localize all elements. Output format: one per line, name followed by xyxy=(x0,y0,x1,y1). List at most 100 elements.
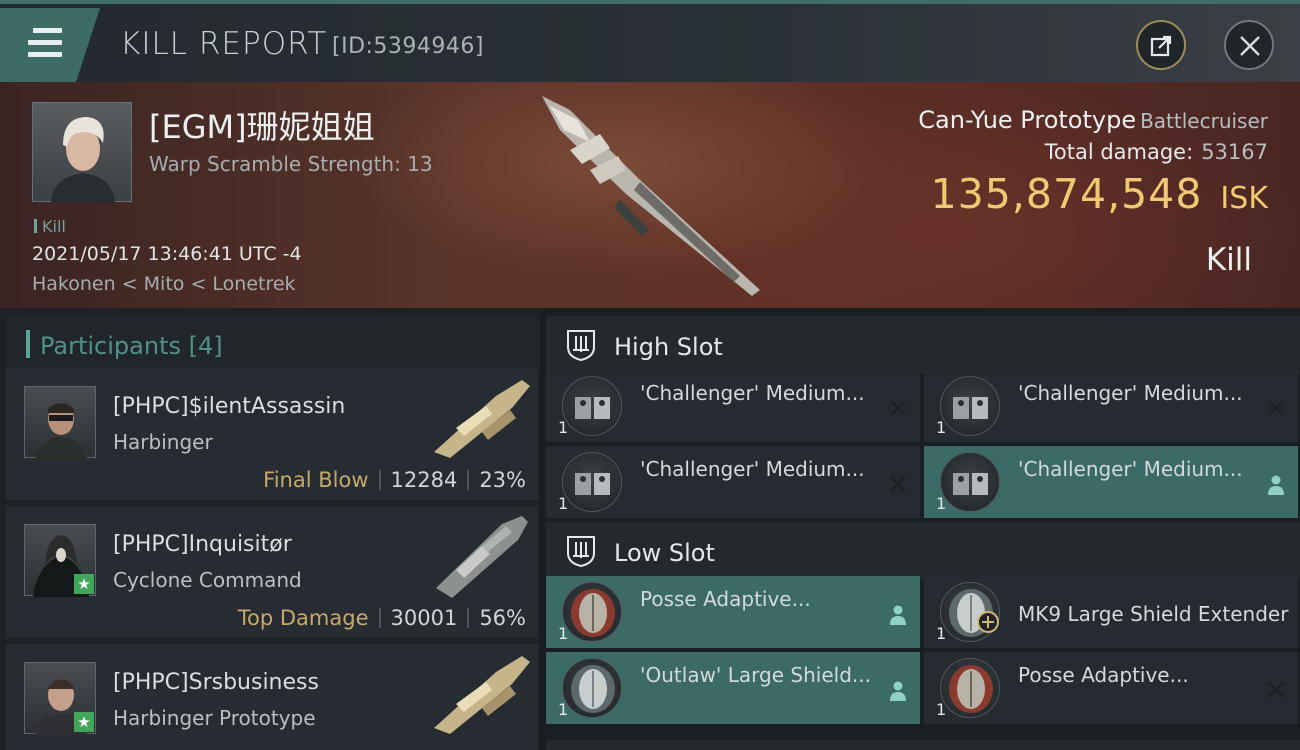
module-qty: 1 xyxy=(558,494,569,513)
module-name: 'Challenger' Medium... xyxy=(1018,457,1243,481)
participants-title: Participants xyxy=(40,332,181,360)
module-name: 'Challenger' Medium... xyxy=(640,381,865,405)
person-icon xyxy=(890,605,906,625)
person-icon xyxy=(1268,475,1284,495)
destroyed-icon xyxy=(890,476,906,492)
module-slot[interactable]: 1 MK9 Large Shield Extender xyxy=(924,576,1298,648)
module-slot[interactable]: 1 Posse Adaptive... xyxy=(924,652,1298,724)
victim-ship-class: Battlecruiser xyxy=(1140,109,1268,133)
launcher-icon xyxy=(940,452,1000,512)
participant-ship: Cyclone Command xyxy=(113,568,302,592)
launcher-icon xyxy=(940,376,1000,436)
launcher-icon xyxy=(562,376,622,436)
low-slot-icon xyxy=(567,536,595,568)
shield-extender-icon xyxy=(562,658,622,718)
victim-ship-icon xyxy=(542,96,760,296)
pilot-avatar-icon xyxy=(35,403,87,459)
final-blow-tag: Final Blow xyxy=(263,468,369,492)
destroyed-icon xyxy=(1268,682,1284,698)
module-qty: 1 xyxy=(558,624,569,643)
participant-ship: Harbinger Prototype xyxy=(113,706,316,730)
separator xyxy=(467,608,470,628)
module-name: MK9 Large Shield Extender xyxy=(1018,602,1289,626)
participant-name: [PHPC]Inquisitør xyxy=(113,532,292,557)
module-name: 'Outlaw' Large Shield... xyxy=(640,663,871,687)
module-qty: 1 xyxy=(558,418,569,437)
module-slot[interactable]: 1 'Challenger' Medium... xyxy=(924,446,1298,518)
victim-name: [EGM]珊妮姐姐 xyxy=(149,108,375,146)
separator xyxy=(467,470,470,490)
participants-label: Participants [4] xyxy=(40,332,223,360)
module-qty: 1 xyxy=(936,700,947,719)
menu-button[interactable] xyxy=(0,8,100,82)
participant-avatar[interactable]: ★ xyxy=(24,524,96,597)
victim-ship-name: Can-Yue Prototype xyxy=(918,106,1137,134)
module-qty: 1 xyxy=(936,418,947,437)
close-button[interactable] xyxy=(1224,20,1274,70)
participant-ship: Harbinger xyxy=(113,430,213,454)
star-icon: ★ xyxy=(74,712,94,732)
share-button[interactable] xyxy=(1136,20,1186,70)
participant-row[interactable]: [PHPC]$ilentAssassin Harbinger Final Blo… xyxy=(6,368,538,500)
participant-row[interactable]: ★ [PHPC]Inquisitør Cyclone Command Top D… xyxy=(6,506,538,638)
module-name: Posse Adaptive... xyxy=(640,587,811,611)
low-slot-header: Low Slot xyxy=(546,522,1300,580)
page-title: KILL REPORT xyxy=(120,26,328,62)
harbinger-ship-icon xyxy=(434,656,530,734)
module-slot[interactable]: 1 'Challenger' Medium... xyxy=(924,370,1298,442)
participant-percent: 56% xyxy=(479,606,526,630)
report-id: [ID:5394946] xyxy=(332,34,484,59)
pilot-avatar-icon xyxy=(51,117,115,203)
module-name: Posse Adaptive... xyxy=(1018,663,1189,687)
victim-portrait[interactable] xyxy=(32,102,132,203)
warp-scramble: Warp Scramble Strength: 13 xyxy=(149,152,433,176)
module-slot[interactable]: 1 'Challenger' Medium... xyxy=(546,370,920,442)
participants-count: [4] xyxy=(188,332,223,360)
participant-avatar[interactable]: ★ xyxy=(24,662,96,735)
total-damage-value: 53167 xyxy=(1201,140,1268,164)
participant-damage: 12284 xyxy=(390,468,458,492)
participant-avatar[interactable] xyxy=(24,386,96,459)
header-accent xyxy=(26,330,30,358)
low-slot-label: Low Slot xyxy=(614,539,715,567)
kill-result: Kill xyxy=(1205,242,1252,278)
separator xyxy=(378,608,381,628)
high-slot-header: High Slot xyxy=(546,316,1300,374)
isk-amount: 135,874,548 xyxy=(930,170,1203,218)
module-qty: 1 xyxy=(936,624,947,643)
module-slot[interactable]: 1 'Outlaw' Large Shield... xyxy=(546,652,920,724)
high-slot-label: High Slot xyxy=(614,333,723,361)
separator xyxy=(378,470,381,490)
module-slot[interactable]: 1 'Challenger' Medium... xyxy=(546,446,920,518)
next-slot-header-peek xyxy=(546,740,1300,750)
high-slot-icon xyxy=(567,330,595,362)
participant-name: [PHPC]Srsbusiness xyxy=(113,670,319,695)
module-slot[interactable]: 1 Posse Adaptive... xyxy=(546,576,920,648)
shield-hardener-icon xyxy=(940,658,1000,718)
top-bar: KILL REPORT [ID:5394946] xyxy=(0,0,1300,82)
destroyed-icon xyxy=(1268,400,1284,416)
module-name: 'Challenger' Medium... xyxy=(640,457,865,481)
close-icon xyxy=(1240,36,1260,56)
launcher-icon xyxy=(562,452,622,512)
top-damage-tag: Top Damage xyxy=(237,606,369,630)
kill-datetime: 2021/05/17 13:46:41 UTC -4 xyxy=(32,243,302,265)
cyclone-ship-icon xyxy=(436,516,528,598)
participants-panel: Participants [4] [PHPC]$ilentAssassin Ha… xyxy=(0,308,540,750)
menu-icon-bar xyxy=(28,40,62,45)
participant-stats: Final Blow 12284 23% xyxy=(263,468,526,492)
isk-unit: ISK xyxy=(1220,181,1268,216)
add-icon xyxy=(977,611,999,633)
participant-stats: Top Damage 30001 56% xyxy=(238,606,526,630)
menu-icon-notch xyxy=(26,28,33,33)
participant-row[interactable]: ★ [PHPC]Srsbusiness Harbinger Prototype xyxy=(6,644,538,750)
participant-damage: 30001 xyxy=(390,606,458,630)
person-icon xyxy=(890,681,906,701)
shield-hardener-icon xyxy=(562,582,622,642)
module-qty: 1 xyxy=(558,700,569,719)
victim-banner: [EGM]珊妮姐姐 Warp Scramble Strength: 13 Kil… xyxy=(0,82,1300,308)
menu-icon xyxy=(28,28,62,33)
menu-icon-bar xyxy=(28,52,62,57)
module-name: 'Challenger' Medium... xyxy=(1018,381,1243,405)
participants-header: Participants [4] xyxy=(6,316,540,372)
